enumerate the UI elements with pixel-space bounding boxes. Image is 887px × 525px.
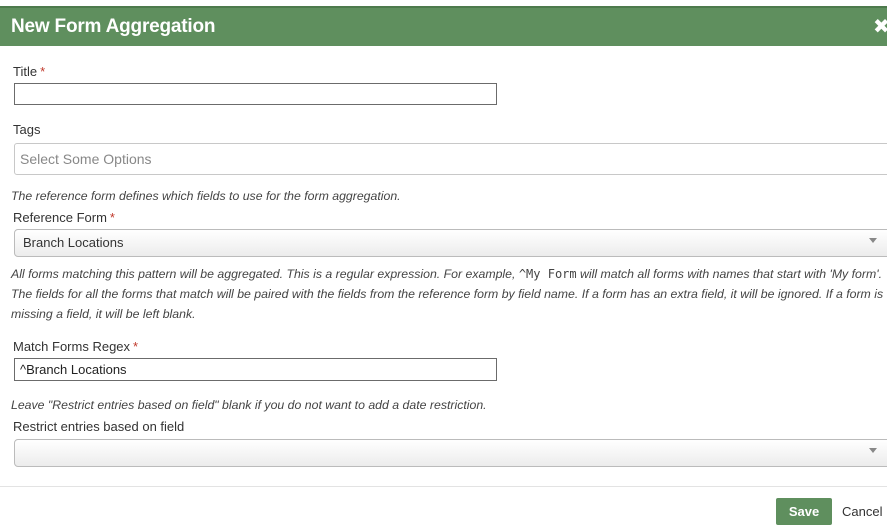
reference-form-select[interactable]: Branch Locations	[14, 229, 887, 257]
reference-form-help-text: The reference form defines which fields …	[11, 189, 401, 203]
restrict-help-text: Leave "Restrict entries based on field" …	[11, 398, 487, 412]
dropdown-arrow-icon	[869, 238, 877, 243]
regex-help-text: All forms matching this pattern will be …	[11, 264, 887, 324]
tags-placeholder: Select Some Options	[20, 151, 152, 167]
cancel-link[interactable]: Cancel	[842, 504, 882, 519]
reference-form-label-text: Reference Form	[13, 210, 107, 225]
match-forms-regex-label: Match Forms Regex *	[13, 339, 138, 354]
footer-divider	[0, 486, 887, 487]
dropdown-arrow-icon	[869, 448, 877, 453]
title-input[interactable]	[14, 83, 497, 105]
regex-example-code: ^My Form	[518, 267, 577, 281]
reference-form-selected-value: Branch Locations	[23, 235, 124, 250]
save-button[interactable]: Save	[776, 498, 832, 525]
restrict-entries-select[interactable]	[14, 439, 887, 467]
required-marker: *	[40, 64, 46, 79]
regex-help-part1: All forms matching this pattern will be …	[11, 267, 519, 281]
required-marker: *	[109, 210, 115, 225]
restrict-entries-label: Restrict entries based on field	[13, 419, 185, 434]
close-icon[interactable]: ✖	[873, 14, 887, 39]
dialog-title: New Form Aggregation	[11, 16, 216, 37]
title-label: Title *	[13, 64, 45, 79]
match-forms-regex-input[interactable]: ^Branch Locations	[14, 358, 497, 381]
match-forms-regex-label-text: Match Forms Regex	[13, 339, 131, 354]
match-forms-regex-value: ^Branch Locations	[20, 362, 127, 377]
tags-label: Tags	[13, 122, 41, 137]
title-label-text: Title	[13, 64, 38, 79]
new-form-aggregation-dialog: New Form Aggregation ✖ Title * Tags Selec…	[0, 0, 887, 525]
dialog-header: New Form Aggregation ✖	[0, 6, 887, 46]
tags-multiselect[interactable]: Select Some Options	[14, 143, 887, 175]
required-marker: *	[133, 339, 139, 354]
reference-form-label: Reference Form *	[13, 210, 115, 225]
